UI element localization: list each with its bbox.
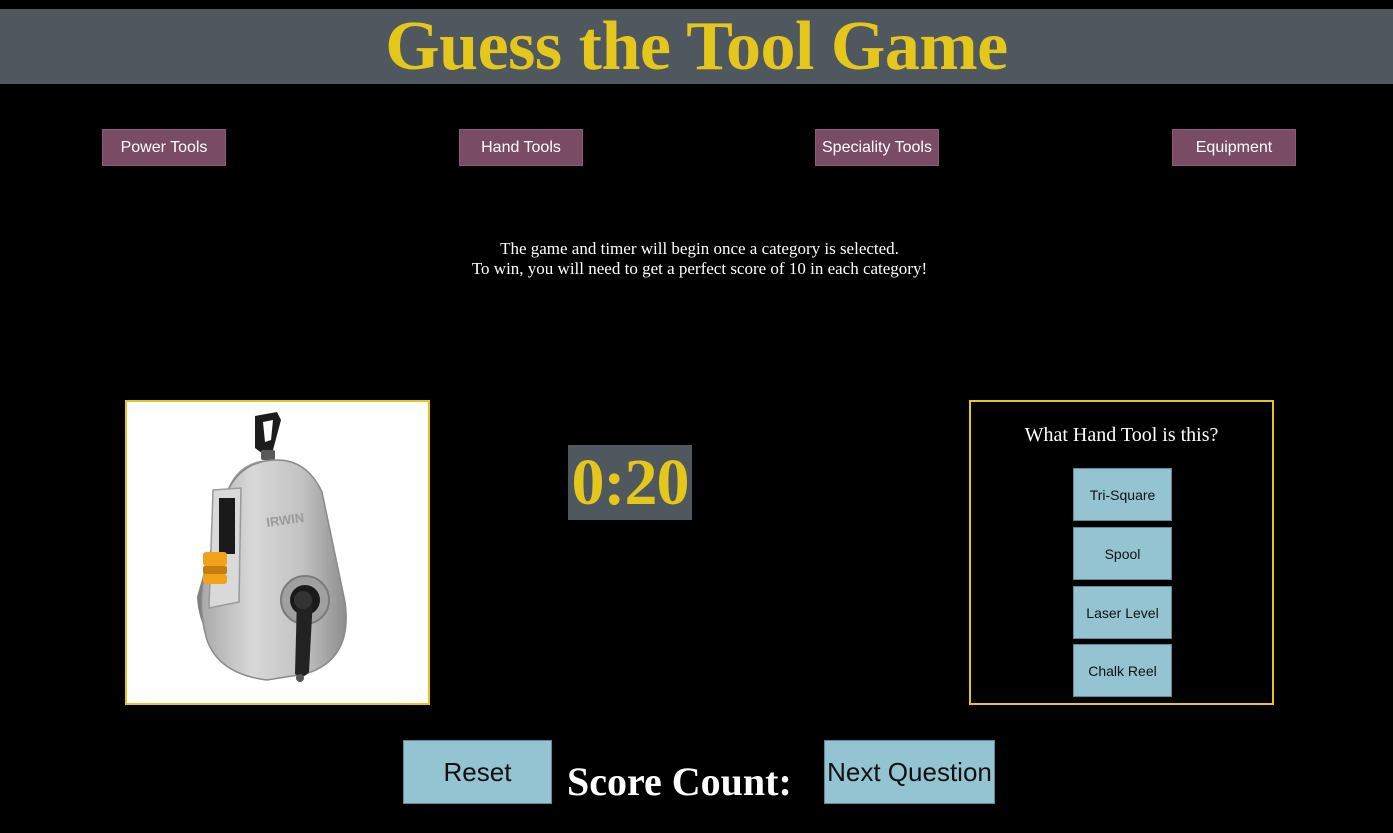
instructions-line-2: To win, you will need to get a perfect s… bbox=[471, 259, 928, 278]
score-count-label: Score Count: bbox=[567, 759, 792, 804]
category-button-hand-tools[interactable]: Hand Tools bbox=[459, 129, 583, 166]
answer-button-laser-level[interactable]: Laser Level bbox=[1073, 586, 1172, 639]
next-question-button[interactable]: Next Question bbox=[824, 740, 995, 804]
instructions: The game and timer will begin once a cat… bbox=[0, 239, 1393, 279]
reset-button[interactable]: Reset bbox=[403, 740, 552, 804]
timer-display: 0:20 bbox=[568, 445, 692, 520]
category-button-equipment[interactable]: Equipment bbox=[1172, 129, 1296, 166]
instructions-line-1: The game and timer will begin once a cat… bbox=[500, 239, 899, 258]
header-bar: Guess the Tool Game bbox=[0, 9, 1393, 84]
answer-button-tri-square[interactable]: Tri-Square bbox=[1073, 468, 1172, 521]
question-prompt: What Hand Tool is this? bbox=[1024, 424, 1219, 446]
answer-button-spool[interactable]: Spool bbox=[1073, 527, 1172, 580]
answer-button-chalk-reel[interactable]: Chalk Reel bbox=[1073, 644, 1172, 697]
page-title: Guess the Tool Game bbox=[385, 8, 1008, 85]
category-button-speciality-tools[interactable]: Speciality Tools bbox=[815, 129, 939, 166]
chalk-reel-image: IRWIN bbox=[127, 402, 428, 703]
question-panel: What Hand Tool is this? Tri-Square Spool… bbox=[969, 400, 1274, 705]
category-button-power-tools[interactable]: Power Tools bbox=[102, 129, 226, 166]
tool-image-frame: IRWIN bbox=[125, 400, 430, 705]
